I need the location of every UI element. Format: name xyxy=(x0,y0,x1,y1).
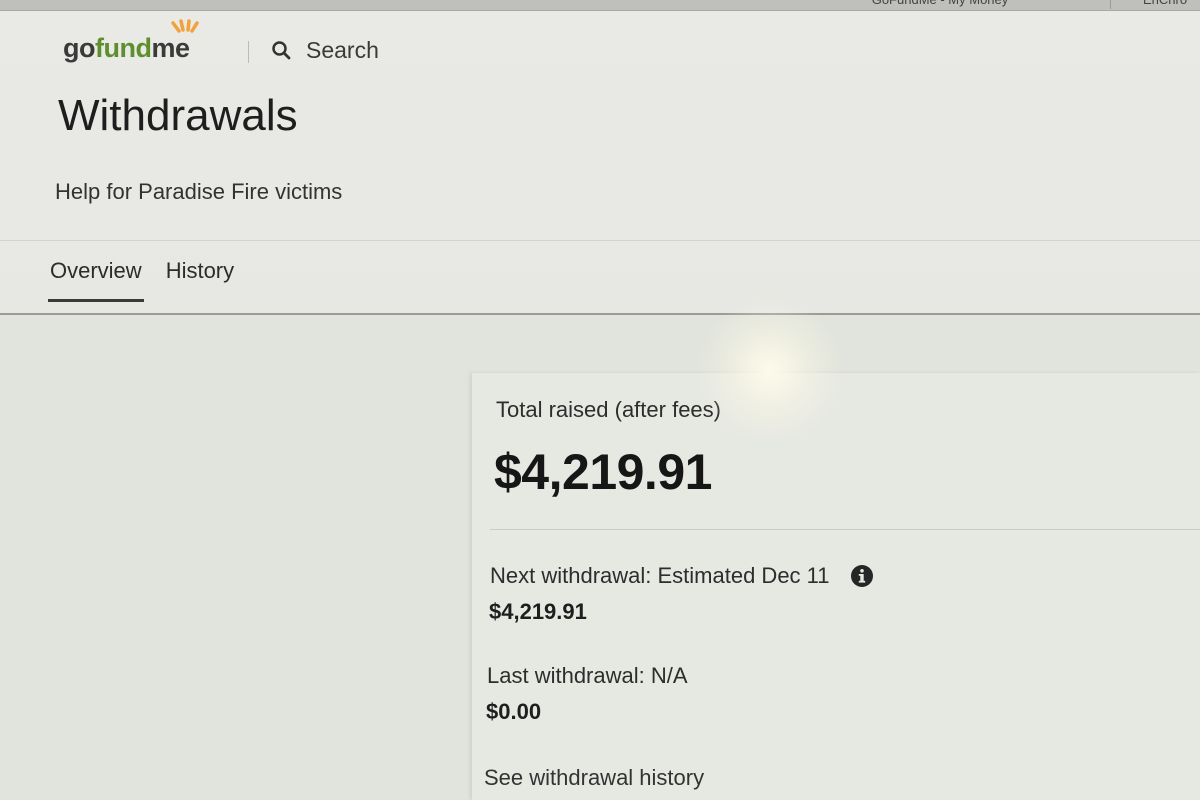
withdrawal-summary-card: Total raised (after fees) $4,219.91 Next… xyxy=(472,373,1200,800)
logo-go: go xyxy=(63,33,96,63)
next-withdrawal-label: Next withdrawal: Estimated Dec 11 xyxy=(490,563,830,588)
total-raised-label: Total raised (after fees) xyxy=(496,397,721,422)
card-divider xyxy=(490,529,1200,530)
browser-tab-bar: GoFundMe - My Money EnChro xyxy=(0,0,1200,11)
info-icon[interactable] xyxy=(850,564,874,588)
tab-history[interactable]: History xyxy=(166,258,234,302)
page-title: Withdrawals xyxy=(58,91,298,140)
browser-tab-enchro[interactable]: EnChro xyxy=(1110,0,1200,9)
logo-burst-icon xyxy=(171,19,199,33)
header-divider-line xyxy=(0,240,1200,241)
search-button[interactable]: Search xyxy=(270,35,379,65)
last-withdrawal-label: Last withdrawal: N/A xyxy=(487,663,688,688)
logo-fund: fund xyxy=(95,33,152,63)
tab-bar: Overview History xyxy=(48,258,234,302)
tab-overview[interactable]: Overview xyxy=(48,258,144,302)
total-raised-amount: $4,219.91 xyxy=(494,444,712,500)
last-withdrawal-amount: $0.00 xyxy=(486,699,542,724)
campaign-name: Help for Paradise Fire victims xyxy=(55,179,343,204)
next-withdrawal-amount: $4,219.91 xyxy=(489,599,587,624)
header-divider xyxy=(248,41,249,63)
see-withdrawal-history-link[interactable]: See withdrawal history xyxy=(484,765,704,791)
page-header: gofundme Search Withdrawals Help for Par… xyxy=(0,11,1200,313)
logo-me: me xyxy=(151,33,190,63)
gofundme-logo[interactable]: gofundme xyxy=(63,19,199,64)
browser-tab-gofundme[interactable]: GoFundMe - My Money xyxy=(790,0,1090,9)
next-withdrawal-row: Next withdrawal: Estimated Dec 11 xyxy=(490,563,874,589)
search-label: Search xyxy=(306,36,379,63)
search-icon xyxy=(272,41,291,60)
